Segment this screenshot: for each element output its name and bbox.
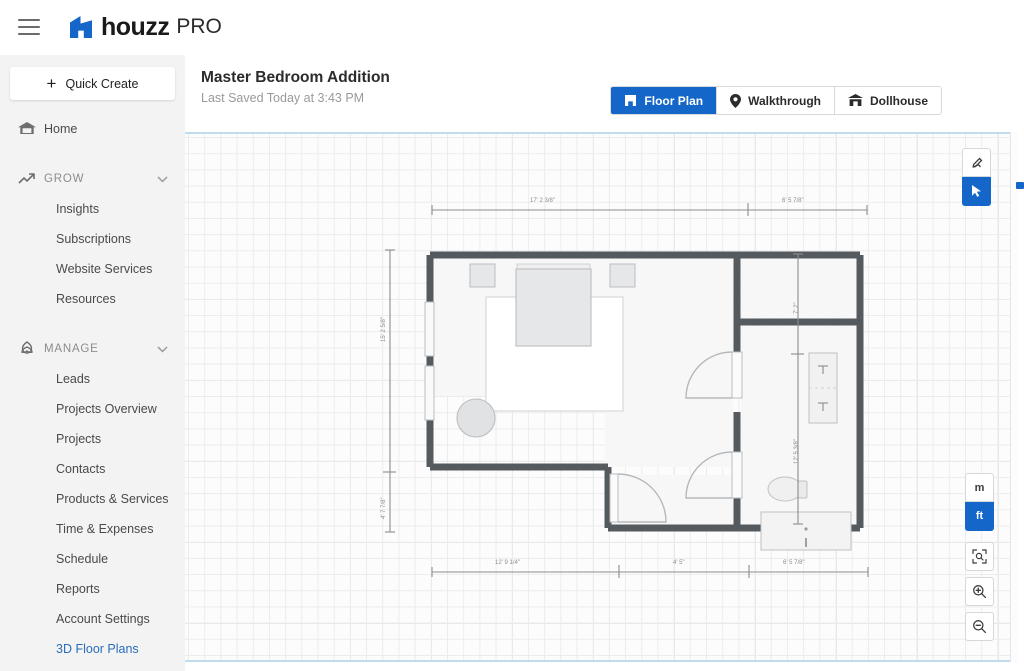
- sidebar-group-grow-label: GROW: [44, 173, 85, 185]
- main-header: Master Bedroom Addition Last Saved Today…: [185, 55, 1024, 132]
- shower-drain: [804, 527, 808, 531]
- tab-floor-plan[interactable]: Floor Plan: [611, 87, 718, 114]
- sidebar-item-projects-label: Projects: [56, 432, 102, 446]
- pin-icon: [730, 93, 742, 108]
- sidebar-item-3d-floor-plans[interactable]: 3D Floor Plans: [0, 634, 185, 664]
- sidebar-item-account-settings[interactable]: Account Settings: [0, 604, 185, 634]
- unit-meters-button[interactable]: m: [965, 473, 994, 502]
- last-saved-status: Last Saved Today at 3:43 PM: [201, 91, 365, 105]
- tab-floor-plan-label: Floor Plan: [644, 93, 704, 108]
- tab-dollhouse-label: Dollhouse: [869, 93, 928, 108]
- quick-create-label: Quick Create: [65, 76, 139, 91]
- leaf-icon: [18, 339, 44, 359]
- sidebar-item-website-services-label: Website Services: [56, 262, 153, 276]
- page-title: Master Bedroom Addition: [201, 69, 390, 86]
- right-panel-edge: [1018, 132, 1024, 662]
- sidebar-item-subscriptions-label: Subscriptions: [56, 232, 132, 246]
- sidebar-item-time-expenses[interactable]: Time & Expenses: [0, 514, 185, 544]
- sidebar-group-grow[interactable]: GROW: [0, 164, 185, 194]
- quick-create-button[interactable]: + Quick Create: [10, 67, 175, 100]
- sidebar-item-products-services[interactable]: Products & Services: [0, 484, 185, 514]
- sidebar-item-projects-overview[interactable]: Projects Overview: [0, 394, 185, 424]
- houzz-pro-logo[interactable]: houzz PRO: [68, 13, 222, 42]
- measure-tool-button[interactable]: [962, 148, 991, 177]
- sidebar-item-subscriptions[interactable]: Subscriptions: [0, 224, 185, 254]
- floorplan-canvas[interactable]: 17' 2 3/8" 6' 5 7/8" 12' 9 1/4" 4' 5" 6'…: [185, 132, 1010, 662]
- sidebar-item-home[interactable]: Home: [0, 114, 185, 144]
- bed-mattress: [515, 268, 592, 347]
- sidebar-item-projects[interactable]: Projects: [0, 424, 185, 454]
- sidebar-item-schedule[interactable]: Schedule: [0, 544, 185, 574]
- tab-walkthrough[interactable]: Walkthrough: [717, 87, 835, 114]
- sidebar-item-schedule-label: Schedule: [56, 552, 109, 566]
- closet-floor: [741, 256, 857, 318]
- sidebar-item-products-services-label: Products & Services: [56, 492, 169, 506]
- sidebar-item-leads[interactable]: Leads: [0, 364, 185, 394]
- floorplan-icon: [624, 94, 637, 107]
- nightstand-right: [609, 263, 636, 288]
- zoom-out-button[interactable]: [965, 612, 994, 641]
- sidebar-item-3d-floor-plans-label: 3D Floor Plans: [56, 642, 139, 656]
- door-bath-leaf: [731, 451, 743, 499]
- bed-headboard: [516, 263, 591, 270]
- tab-walkthrough-label: Walkthrough: [748, 93, 821, 108]
- sidebar-item-insights-label: Insights: [56, 202, 100, 216]
- sidebar-item-projects-overview-label: Projects Overview: [56, 402, 157, 416]
- sidebar-item-reports[interactable]: Reports: [0, 574, 185, 604]
- select-tool-button[interactable]: [962, 177, 991, 206]
- floorplan-drawing: [424, 251, 864, 551]
- units-toggle: m ft: [965, 473, 994, 531]
- sidebar-item-reports-label: Reports: [56, 582, 100, 596]
- chevron-down-icon[interactable]: [157, 340, 171, 358]
- plus-icon: +: [46, 74, 57, 93]
- sidebar-item-account-settings-label: Account Settings: [56, 612, 150, 626]
- sidebar-item-website-services[interactable]: Website Services: [0, 254, 185, 284]
- right-panel-selected-chip[interactable]: [1016, 182, 1024, 189]
- door-closet-leaf: [731, 351, 743, 399]
- door-entry-leaf: [609, 473, 619, 523]
- unit-feet-button[interactable]: ft: [965, 502, 994, 531]
- logo-wordmark: houzz: [101, 12, 170, 41]
- sidebar-item-leads-label: Leads: [56, 372, 91, 386]
- hamburger-icon[interactable]: [18, 19, 40, 35]
- chevron-down-icon[interactable]: [157, 170, 171, 188]
- sidebar-item-insights[interactable]: Insights: [0, 194, 185, 224]
- round-side-table: [456, 398, 496, 438]
- sidebar-group-manage-label: MANAGE: [44, 343, 99, 355]
- sidebar-item-resources[interactable]: Resources: [0, 284, 185, 314]
- zoom-in-button[interactable]: [965, 577, 994, 606]
- sidebar-item-time-expenses-label: Time & Expenses: [56, 522, 154, 536]
- zoom-controls: [965, 542, 994, 641]
- sidebar-item-home-label: Home: [44, 122, 78, 136]
- tab-dollhouse[interactable]: Dollhouse: [834, 87, 941, 114]
- top-bar: houzz PRO: [0, 0, 1024, 55]
- sidebar-item-contacts[interactable]: Contacts: [0, 454, 185, 484]
- fit-to-screen-button[interactable]: [965, 542, 994, 571]
- bottom-bar: [185, 662, 1024, 671]
- canvas-tools-top-right: [962, 148, 991, 206]
- sidebar-item-resources-label: Resources: [56, 292, 116, 306]
- sidebar-item-contacts-label: Contacts: [56, 462, 106, 476]
- sidebar-group-manage[interactable]: MANAGE: [0, 334, 185, 364]
- nightstand-left: [469, 263, 496, 288]
- houzz-h-icon: [70, 16, 92, 38]
- dollhouse-icon: [847, 94, 863, 107]
- trending-up-icon: [18, 169, 44, 189]
- vestibule-floor: [613, 475, 733, 524]
- home-icon: [18, 119, 44, 139]
- logo-pro-suffix: PRO: [176, 15, 222, 38]
- window-lower: [424, 365, 435, 421]
- sidebar: + Quick Create Home GROW Insights Subscr…: [0, 55, 185, 671]
- toilet: [767, 476, 808, 502]
- window-upper: [424, 301, 435, 357]
- view-mode-tabs: Floor Plan Walkthrough Dollhouse: [610, 86, 942, 115]
